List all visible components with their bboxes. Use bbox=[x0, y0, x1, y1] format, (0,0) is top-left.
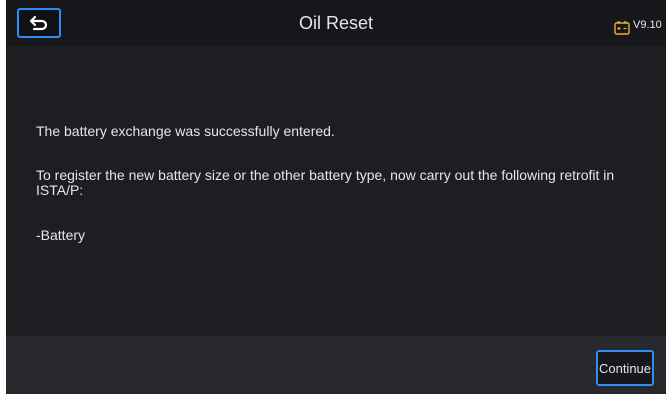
message-line: -Battery bbox=[36, 227, 86, 243]
message-area: The battery exchange was successfully en… bbox=[6, 46, 666, 336]
back-button[interactable] bbox=[17, 8, 61, 38]
app-screen: Oil Reset V9.10 The battery exchange was… bbox=[6, 0, 666, 394]
version-label: V9.10 bbox=[633, 19, 662, 31]
footer-bar: Continue bbox=[6, 336, 666, 394]
back-arrow-icon bbox=[29, 15, 48, 31]
message-line: To register the new battery size or the … bbox=[36, 167, 615, 198]
continue-button[interactable]: Continue bbox=[596, 350, 654, 386]
battery-icon bbox=[614, 21, 630, 35]
page-title: Oil Reset bbox=[298, 13, 374, 33]
title-bar: Oil Reset V9.10 bbox=[6, 0, 666, 46]
message-line: The battery exchange was successfully en… bbox=[36, 123, 335, 139]
